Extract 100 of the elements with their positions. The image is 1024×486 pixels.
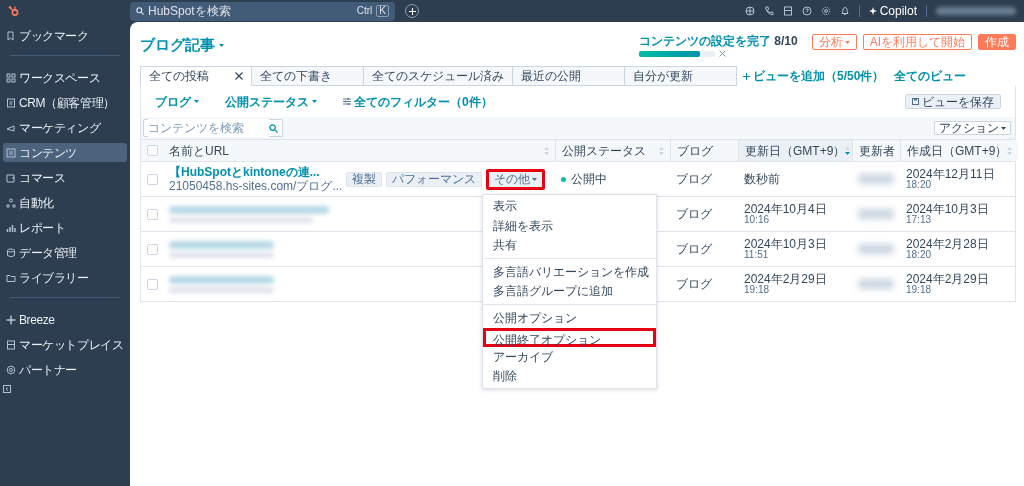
- filter-link[interactable]: ブログ: [155, 92, 199, 111]
- time-text: 17:13: [906, 214, 932, 225]
- menu-item[interactable]: 削除: [483, 366, 657, 386]
- actions-button[interactable]: アクション: [934, 121, 1011, 135]
- search-input[interactable]: HubSpotを検索: [148, 2, 353, 20]
- menu-item[interactable]: 共有: [483, 235, 657, 255]
- view-tab[interactable]: 全ての下書き: [252, 66, 364, 86]
- column-header[interactable]: 更新者: [852, 140, 900, 161]
- column-header[interactable]: 更新日（GMT+9）: [738, 140, 852, 161]
- menu-item[interactable]: アーカイブ: [483, 347, 657, 367]
- help-icon[interactable]: [801, 6, 812, 16]
- caret-icon: [194, 100, 199, 103]
- bell-icon[interactable]: [839, 6, 850, 16]
- plus-icon: [408, 7, 416, 15]
- store-icon[interactable]: [782, 6, 793, 16]
- menu-item[interactable]: 公開オプション: [483, 308, 657, 328]
- checkbox[interactable]: [146, 173, 158, 185]
- sort-descending-icon: [845, 146, 851, 155]
- globe-icon[interactable]: [744, 6, 755, 16]
- date-text: 2024年10月3日: [906, 203, 989, 215]
- date-text: 2024年10月3日: [744, 238, 827, 250]
- sidebar-item[interactable]: コマース: [3, 168, 127, 187]
- row-action-button[interactable]: 複製: [346, 171, 383, 187]
- post-title-link[interactable]: 【HubSpotとkintoneの連...: [169, 165, 343, 179]
- menu-item[interactable]: 多言語バリエーションを作成: [483, 262, 657, 282]
- sidebar-item[interactable]: レポート: [3, 218, 127, 237]
- checkbox[interactable]: [146, 243, 158, 255]
- add-view-link[interactable]: ビューを追加（5/50件）: [743, 66, 885, 86]
- filter-icon: [343, 98, 351, 105]
- column-header[interactable]: 作成日（GMT+9）: [900, 140, 1019, 161]
- sidebar-item[interactable]: ワークスペース: [3, 68, 127, 87]
- settings-icon[interactable]: [820, 6, 831, 16]
- onboarding-label[interactable]: コンテンツの設定を完了 8/10: [638, 32, 798, 50]
- filter-link[interactable]: 公開ステータス: [225, 92, 317, 111]
- menu-item[interactable]: 詳細を表示: [483, 216, 657, 236]
- checkbox[interactable]: [146, 208, 158, 220]
- row-action-button[interactable]: パフォーマンス: [386, 171, 483, 187]
- network-icon: [6, 197, 16, 208]
- shortcut-key: Ctrl: [356, 6, 373, 16]
- date-text: 2024年2月28日: [906, 238, 989, 250]
- caret-icon: [532, 177, 538, 181]
- sidebar-item[interactable]: パートナー: [3, 360, 127, 379]
- time-text: 19:18: [744, 284, 770, 295]
- view-tab[interactable]: 全てのスケジュール済み: [364, 66, 513, 86]
- filter-link[interactable]: 全てのフィルター（0件）: [343, 92, 493, 111]
- sidebar-item[interactable]: Breeze: [3, 310, 127, 329]
- search-field[interactable]: HubSpotを検索 Ctrl K: [130, 1, 395, 21]
- shortcut-key: K: [376, 5, 389, 17]
- store-icon: [6, 339, 16, 350]
- view-tab[interactable]: 自分が更新: [625, 66, 737, 86]
- time-text: 18:20: [906, 179, 932, 190]
- sidebar-item[interactable]: マーケティング: [3, 118, 127, 137]
- sidebar-item[interactable]: 自動化: [3, 193, 127, 212]
- menu-item[interactable]: 公開終了オプション: [483, 327, 657, 347]
- column-header[interactable]: ブログ: [670, 140, 738, 161]
- close-icon[interactable]: [235, 72, 243, 80]
- copilot-button[interactable]: Copilot: [868, 2, 917, 20]
- sidebar-item[interactable]: マーケットプレイス: [3, 335, 127, 354]
- page-title[interactable]: ブログ記事: [140, 34, 224, 57]
- menu-item[interactable]: 多言語グループに追加: [483, 281, 657, 301]
- document-icon: [6, 147, 16, 158]
- checkbox[interactable]: [146, 278, 158, 290]
- sidebar-item[interactable]: データ管理: [3, 243, 127, 262]
- post-url: 21050458.hs-sites.com/ブログ...: [169, 179, 343, 193]
- phone-icon[interactable]: [763, 6, 774, 16]
- sidebar-item[interactable]: ブックマーク: [3, 26, 127, 45]
- save-view-button[interactable]: ビューを保存: [905, 94, 1001, 109]
- sidebar-item[interactable]: コンテンツ: [3, 143, 127, 162]
- menu-item[interactable]: 表示: [483, 196, 657, 216]
- plus-icon: [743, 72, 750, 80]
- sidebar-item[interactable]: ライブラリー: [3, 268, 127, 287]
- time-text: 19:18: [906, 284, 932, 295]
- folder-icon: [6, 272, 16, 283]
- search-icon: [269, 123, 278, 133]
- date-text: 2024年2月29日: [906, 273, 989, 285]
- logo-icon: [8, 5, 20, 17]
- sidebar-item[interactable]: CRM（顧客管理）: [3, 93, 127, 112]
- collapse-icon[interactable]: [3, 385, 11, 393]
- database-icon: [6, 247, 16, 258]
- time-text: 10:16: [744, 214, 770, 225]
- view-tab[interactable]: 最近の公開: [513, 66, 625, 86]
- bookmark-icon: [6, 30, 16, 41]
- search-icon: [136, 7, 144, 15]
- grid-icon: [6, 72, 16, 83]
- checkbox[interactable]: [146, 145, 158, 156]
- caret-icon: [844, 40, 850, 44]
- blurred-text: [858, 174, 894, 184]
- date-text: 2024年2月29日: [744, 273, 827, 285]
- time-text: 11:51: [744, 249, 770, 260]
- status-text: 公開中: [561, 170, 607, 188]
- save-icon: [912, 98, 919, 105]
- column-header[interactable]: 公開ステータス: [555, 140, 670, 161]
- row-action-button[interactable]: その他: [486, 168, 546, 190]
- date-text: 数秒前: [744, 173, 780, 185]
- all-views-link[interactable]: 全てのビュー: [894, 66, 967, 86]
- column-header[interactable]: 名前とURL: [163, 140, 555, 161]
- view-tab[interactable]: 全ての投稿: [140, 66, 252, 86]
- table-cell-text: ブログ: [675, 171, 713, 188]
- time-text: 18:20: [906, 249, 932, 260]
- sort-icon: [659, 146, 664, 155]
